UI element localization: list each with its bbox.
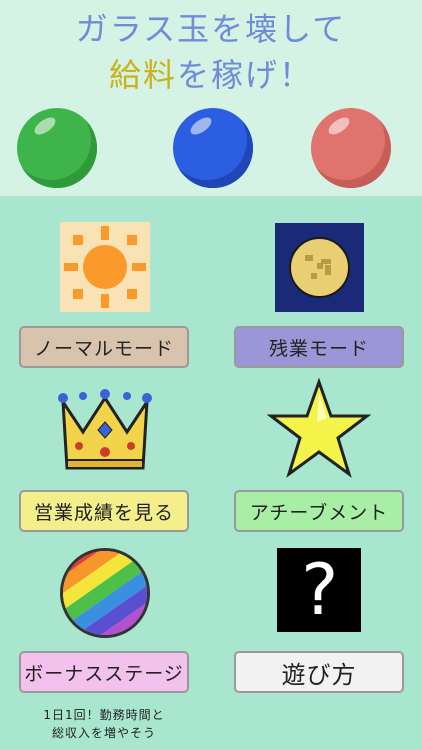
normal-mode-button[interactable]: ノーマルモード bbox=[19, 326, 189, 368]
question-icon[interactable]: ? bbox=[277, 548, 361, 632]
view-results-button[interactable]: 営業成績を見る bbox=[19, 490, 189, 532]
header: ガラス玉を壊して 給料を稼げ！ bbox=[0, 0, 422, 196]
title-line-2: 給料を稼げ！ bbox=[0, 50, 422, 96]
achievements-button[interactable]: アチーブメント bbox=[234, 490, 404, 532]
crown-icon[interactable] bbox=[57, 388, 153, 474]
bonus-stage-button[interactable]: ボーナスステージ bbox=[19, 651, 189, 693]
green-glass-ball bbox=[17, 108, 97, 188]
title-rest: を稼げ！ bbox=[177, 56, 314, 94]
blue-glass-ball bbox=[173, 108, 253, 188]
footer-note: 1日1回！勤務時間と 総収入を増やそう bbox=[14, 706, 194, 742]
footer-line-1: 1日1回！勤務時間と bbox=[43, 708, 165, 722]
overtime-mode-button[interactable]: 残業モード bbox=[234, 326, 404, 368]
title-accent: 給料 bbox=[108, 56, 177, 94]
sun-icon[interactable] bbox=[60, 222, 150, 312]
question-glyph: ? bbox=[297, 549, 341, 631]
red-glass-ball bbox=[311, 108, 391, 188]
how-to-play-button[interactable]: 遊び方 bbox=[234, 651, 404, 693]
star-icon[interactable] bbox=[267, 378, 371, 478]
footer-line-2: 総収入を増やそう bbox=[51, 726, 156, 740]
title-line-1: ガラス玉を壊して bbox=[75, 10, 347, 48]
rainbow-ball-icon[interactable] bbox=[60, 548, 150, 638]
moon-icon[interactable] bbox=[275, 223, 364, 312]
